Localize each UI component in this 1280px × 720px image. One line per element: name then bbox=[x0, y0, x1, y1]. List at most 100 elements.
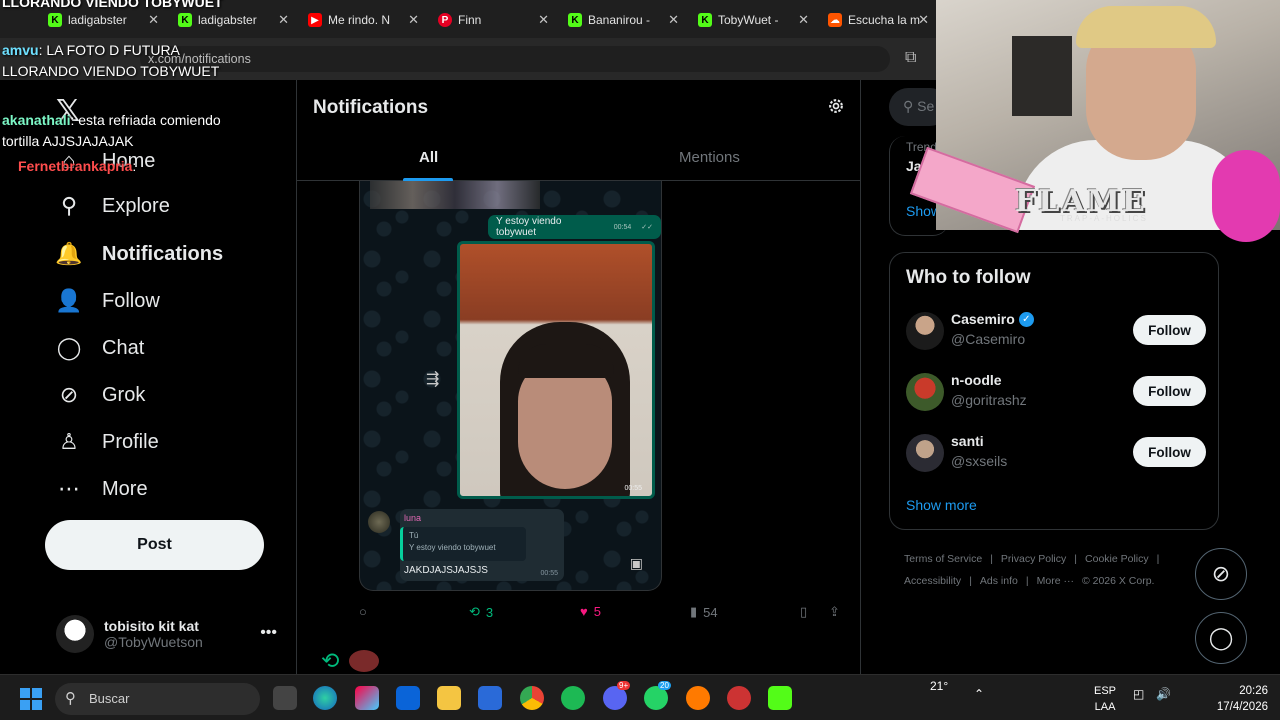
close-icon[interactable]: ✕ bbox=[408, 12, 419, 28]
tab-all[interactable]: All bbox=[419, 149, 438, 166]
browser-tab[interactable]: Kladigabster ✕ bbox=[170, 6, 295, 34]
reply-button[interactable]: ○ bbox=[359, 604, 367, 619]
more-icon[interactable]: ••• bbox=[260, 624, 277, 642]
next-notification[interactable]: ⟲ bbox=[321, 648, 380, 674]
browser-tab[interactable]: K TobyWuet - ✕ bbox=[690, 6, 815, 34]
sidebar-item-follow[interactable]: 👤 Follow bbox=[55, 288, 160, 314]
windows-start-icon[interactable] bbox=[20, 688, 42, 710]
chart-icon: ▮ bbox=[690, 604, 698, 619]
soundcloud-icon: ☁ bbox=[828, 13, 842, 27]
grok-icon: ⊘ bbox=[1211, 561, 1231, 586]
avatar bbox=[906, 434, 944, 472]
clock[interactable]: 20:26 17/4/2026 bbox=[1217, 683, 1268, 715]
grok-fab[interactable]: ⊘ bbox=[1195, 548, 1247, 600]
chevron-up-icon[interactable]: ⌃ bbox=[974, 687, 984, 701]
main-column: Notifications All Mentions Y estoy viend… bbox=[296, 80, 861, 674]
chat-line: tortilla AJJSJAJAJAK bbox=[2, 133, 134, 149]
read-ticks-icon: ✓✓ bbox=[641, 224, 653, 231]
tab-mentions[interactable]: Mentions bbox=[679, 149, 740, 166]
file-explorer-icon[interactable] bbox=[437, 686, 461, 710]
language-indicator[interactable]: ESP LAA bbox=[1094, 683, 1116, 715]
notification-tabs: All Mentions bbox=[297, 136, 860, 182]
sidebar-item-profile[interactable]: ♙ Profile bbox=[56, 429, 159, 455]
reply-message: luna Tú Y estoy viendo tobywuet JAKDJAJS… bbox=[400, 509, 564, 581]
volume-icon[interactable]: 🔊 bbox=[1156, 687, 1171, 701]
wifi-icon[interactable]: ◰ bbox=[1133, 687, 1144, 701]
browser-tab[interactable]: ☁ Escucha la m ✕ bbox=[820, 6, 935, 34]
edge-icon[interactable] bbox=[313, 686, 337, 710]
retweet-icon: ⟲ bbox=[321, 648, 340, 673]
add-user-icon: 👤 bbox=[55, 288, 83, 313]
whatsapp-badge: 20 bbox=[658, 681, 671, 690]
sidebar-item-grok[interactable]: ⊘ Grok bbox=[56, 382, 146, 408]
bookmark-button[interactable]: ▯ bbox=[800, 604, 807, 620]
task-view-icon[interactable] bbox=[273, 686, 297, 710]
post-button[interactable]: Post bbox=[45, 520, 264, 570]
list-item[interactable]: Casemiro ✓ @Casemiro Follow bbox=[906, 311, 1206, 353]
sidebar-item-notifications[interactable]: 🔔 Notifications bbox=[55, 241, 223, 267]
list-item[interactable]: santi @sxseils Follow bbox=[906, 433, 1206, 475]
chrome-icon[interactable] bbox=[520, 686, 544, 710]
show-more-link[interactable]: Show more bbox=[906, 497, 977, 513]
account-handle: @TobyWuetson bbox=[104, 634, 203, 650]
like-button[interactable]: ♥ 5 bbox=[580, 604, 601, 619]
kick-icon: K bbox=[568, 13, 582, 27]
buddha-sticker bbox=[1212, 150, 1280, 242]
post-media[interactable]: Y estoy viendo tobywuet 00:54 ✓✓ 00:55 ⇶… bbox=[359, 181, 662, 591]
close-icon[interactable]: ✕ bbox=[278, 12, 289, 28]
browser-tab[interactable]: ▶ Me rindo. N ✕ bbox=[300, 6, 425, 34]
copilot-icon[interactable] bbox=[355, 686, 379, 710]
youtube-icon: ▶ bbox=[308, 13, 322, 27]
sidebar-item-more[interactable]: ⋯ More bbox=[56, 476, 148, 502]
kick-icon[interactable] bbox=[768, 686, 792, 710]
search-icon: ⚲ bbox=[65, 690, 76, 707]
install-app-icon[interactable]: ⧉ bbox=[905, 49, 916, 67]
browser-tab[interactable]: P Finn ✕ bbox=[430, 6, 555, 34]
retweet-button[interactable]: ⟲ 3 bbox=[469, 604, 493, 620]
retweet-icon: ⟲ bbox=[469, 604, 480, 619]
follow-button[interactable]: Follow bbox=[1133, 315, 1206, 345]
soundcloud-icon[interactable] bbox=[686, 686, 710, 710]
browser-tab[interactable]: K Bananirou - ✕ bbox=[560, 6, 685, 34]
share-icon: ⇪ bbox=[829, 604, 840, 619]
spotify-icon[interactable] bbox=[561, 686, 585, 710]
list-item[interactable]: n-oodle @goritrashz Follow bbox=[906, 372, 1206, 414]
sidebar-item-explore[interactable]: ⚲ Explore bbox=[56, 193, 170, 219]
close-icon[interactable]: ✕ bbox=[918, 12, 929, 28]
close-icon[interactable]: ✕ bbox=[538, 12, 549, 28]
chat-fab[interactable]: ◯ bbox=[1195, 612, 1247, 664]
chat-line: amvu: LA FOTO D FUTURA bbox=[2, 42, 180, 58]
avatar bbox=[56, 615, 94, 653]
sidebar-item-chat[interactable]: ◯ Chat bbox=[56, 335, 145, 361]
taskbar-search[interactable]: ⚲ Buscar bbox=[55, 683, 260, 715]
views-button[interactable]: ▮ 54 bbox=[690, 604, 718, 620]
bell-icon: 🔔 bbox=[55, 241, 83, 266]
outgoing-message: Y estoy viendo tobywuet 00:54 ✓✓ bbox=[488, 215, 661, 239]
address-bar[interactable]: x.com/notifications bbox=[140, 46, 890, 72]
obs-icon[interactable] bbox=[727, 686, 751, 710]
close-icon[interactable]: ✕ bbox=[668, 12, 679, 28]
close-icon[interactable]: ✕ bbox=[148, 12, 159, 28]
close-icon[interactable]: ✕ bbox=[798, 12, 809, 28]
share-button[interactable]: ⇪ bbox=[829, 604, 840, 620]
gear-icon[interactable] bbox=[826, 96, 846, 116]
kick-icon: K bbox=[48, 13, 62, 27]
who-to-follow-title: Who to follow bbox=[906, 267, 1031, 288]
chat-line: LLORANDO VIENDO TOBYWUET bbox=[2, 63, 220, 79]
follow-button[interactable]: Follow bbox=[1133, 376, 1206, 406]
sticker-strip bbox=[370, 181, 540, 209]
outlook-icon[interactable] bbox=[396, 686, 420, 710]
weather-temp[interactable]: 21° bbox=[930, 679, 948, 693]
heart-icon: ♥ bbox=[580, 604, 588, 619]
pinterest-icon: P bbox=[438, 13, 452, 27]
more-circle-icon: ⋯ bbox=[58, 476, 80, 501]
footer-links: Terms of Service | Privacy Policy | Cookie P… bbox=[904, 553, 1160, 587]
follow-button[interactable]: Follow bbox=[1133, 437, 1206, 467]
avatar bbox=[368, 511, 390, 533]
chat-icon: ◯ bbox=[1208, 625, 1234, 650]
store-icon[interactable] bbox=[478, 686, 502, 710]
discord-badge: 9+ bbox=[617, 681, 631, 690]
kick-icon: K bbox=[178, 13, 192, 27]
browser-tab[interactable]: Kladigabster ✕ bbox=[40, 6, 165, 34]
account-switcher[interactable]: tobisito kit kat @TobyWuetson ••• bbox=[56, 612, 281, 656]
